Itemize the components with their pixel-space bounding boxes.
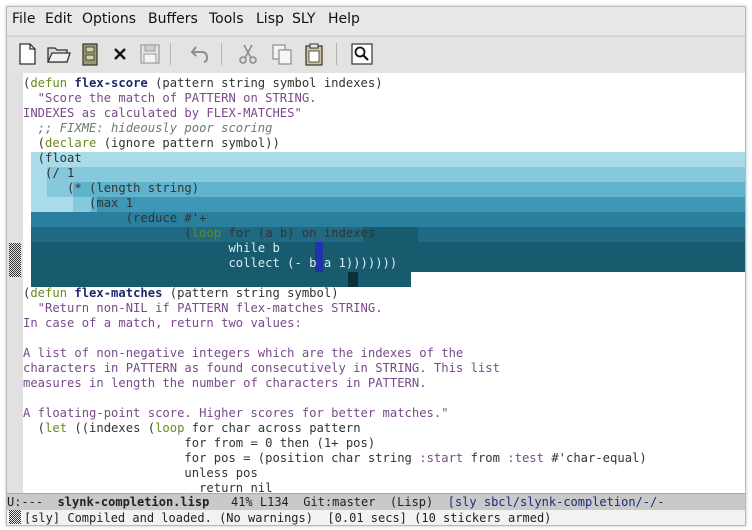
mode-line[interactable]: U:--- slynk-completion.lisp 41% L134 Git… (7, 493, 745, 511)
code-line-27: unless pos (23, 466, 258, 480)
code-line-12: while b (23, 241, 280, 255)
code-line-26: for pos = (position char string :start f… (23, 451, 647, 465)
code-line-6: (float (23, 151, 82, 165)
menu-help[interactable]: Help (328, 11, 360, 27)
code-line-20: characters in PATTERN as found consecuti… (23, 361, 500, 375)
new-file-icon[interactable] (14, 41, 40, 67)
open-folder-icon[interactable] (45, 41, 71, 67)
code-line-4: ;; FIXME: hideously poor scoring (23, 121, 273, 135)
code-line-9: (max 1 (23, 196, 134, 210)
minibuffer-indicator-icon (9, 510, 21, 524)
code-line-19: A list of non-negative integers which ar… (23, 346, 464, 360)
modeline-position: 41% L134 Git:master (Lisp) (209, 495, 448, 509)
code-line-11: (loop for (a b) on indexes (23, 226, 376, 240)
emacs-window: File Edit Options Buffers Tools Lisp SLY… (6, 6, 746, 526)
paste-icon[interactable] (301, 41, 327, 67)
modeline-status: U:--- (7, 495, 58, 509)
code-line-16: "Return non-NIL if PATTERN flex-matches … (23, 301, 383, 315)
undo-icon[interactable] (187, 41, 213, 67)
code-line-10: (reduce #'+ (23, 211, 207, 225)
nesting-band-1 (31, 152, 745, 167)
code-line-8: (* (length string) (23, 181, 200, 195)
code-line-2: "Score the match of PATTERN on STRING. (23, 91, 317, 105)
code-line-7: (/ 1 (23, 166, 75, 180)
code-line-23: A floating-point score. Higher scores fo… (23, 406, 449, 420)
code-line-21: measures in length the number of charact… (23, 376, 427, 390)
code-line-24: (let ((indexes (loop for char across pat… (23, 421, 361, 435)
code-line-3: INDEXES as calculated by FLEX-MATCHES" (23, 106, 302, 120)
copy-icon[interactable] (269, 41, 295, 67)
menu-sly[interactable]: SLY (292, 11, 315, 27)
menu-edit[interactable]: Edit (45, 11, 72, 27)
scroll-position-indicator[interactable] (9, 243, 21, 277)
menu-buffers[interactable]: Buffers (148, 11, 198, 27)
close-buffer-icon[interactable] (107, 41, 133, 67)
code-line-17: In case of a match, return two values: (23, 316, 302, 330)
code-line-5: (declare (ignore pattern symbol)) (23, 136, 280, 150)
code-editor[interactable]: (defun flex-score (pattern string symbol… (23, 73, 745, 493)
modeline-buffer-name[interactable]: slynk-completion.lisp (58, 495, 210, 509)
menu-bar: File Edit Options Buffers Tools Lisp SLY… (7, 7, 745, 35)
menu-options[interactable]: Options (82, 11, 136, 27)
nesting-band-4 (31, 197, 745, 212)
code-line-25: for from = 0 then (1+ pos) (23, 436, 376, 450)
menu-file[interactable]: File (12, 11, 35, 27)
code-line-15: (defun flex-matches (pattern string symb… (23, 286, 339, 300)
code-line-28: return nil (23, 481, 273, 493)
code-line-13: collect (- b a 1))))))) (23, 256, 398, 270)
echo-area: [sly] Compiled and loaded. (No warnings)… (7, 510, 745, 525)
left-fringe (7, 73, 23, 493)
cut-icon[interactable] (235, 41, 261, 67)
menu-lisp[interactable]: Lisp (256, 11, 284, 27)
modeline-sly-status[interactable]: [sly sbcl/slynk-completion/-/- (448, 495, 665, 509)
menu-tools[interactable]: Tools (209, 11, 244, 27)
open-directory-icon[interactable] (77, 41, 103, 67)
nesting-band-2 (31, 167, 745, 182)
echo-message: [sly] Compiled and loaded. (No warnings)… (24, 511, 552, 525)
tool-bar (7, 36, 745, 74)
code-line-1: (defun flex-score (pattern string symbol… (23, 76, 383, 90)
search-icon[interactable] (349, 41, 375, 67)
save-icon[interactable] (137, 41, 163, 67)
